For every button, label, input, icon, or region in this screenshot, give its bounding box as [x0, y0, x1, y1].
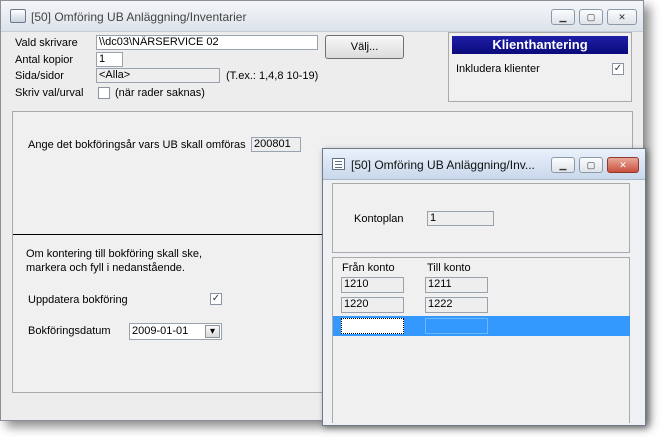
include-clients-checkbox[interactable]: ✓: [612, 63, 624, 75]
from-account-header: Från konto: [342, 262, 395, 274]
date-dropdown-button[interactable]: ▾: [205, 325, 220, 338]
child-titlebar[interactable]: [50] Omföring UB Anläggning/Inv... ▁ ▢ ✕: [323, 149, 645, 180]
app-icon: [10, 9, 26, 23]
printer-label: Vald skrivare: [15, 37, 78, 49]
update-bookkeeping-checkbox[interactable]: ✓: [210, 293, 222, 305]
main-titlebar[interactable]: [50] Omföring UB Anläggning/Inventarier …: [1, 1, 643, 32]
child-window: [50] Omföring UB Anläggning/Inv... ▁ ▢ ✕…: [322, 148, 646, 426]
update-bookkeeping-label: Uppdatera bokföring: [28, 294, 128, 306]
main-window-title: [50] Omföring UB Anläggning/Inventarier: [31, 10, 247, 24]
to-account-cell-empty[interactable]: [425, 318, 488, 334]
list-icon: [332, 158, 345, 170]
year-field[interactable]: 200801: [251, 137, 301, 152]
include-clients-label: Inkludera klienter: [456, 63, 540, 75]
kontoplan-panel: Kontoplan 1: [332, 183, 630, 253]
kontoplan-field[interactable]: 1: [427, 211, 494, 226]
bookkeeping-date-label: Bokföringsdatum: [28, 325, 111, 337]
printer-field[interactable]: \\dc03\NÄRSERVICE 02: [96, 35, 318, 50]
child-window-title: [50] Omföring UB Anläggning/Inv...: [351, 158, 535, 172]
chevron-down-icon: ▾: [209, 326, 216, 337]
pages-field[interactable]: <Alla>: [96, 68, 220, 83]
to-account-cell[interactable]: 1222: [425, 297, 488, 313]
kontoplan-label: Kontoplan: [354, 213, 404, 225]
choose-printer-button[interactable]: Välj...: [325, 35, 404, 59]
client-panel-title: Klienthantering: [452, 36, 628, 54]
from-account-cell[interactable]: 1220: [341, 297, 404, 313]
print-selection-hint: (när rader saknas): [115, 87, 205, 99]
to-account-header: Till konto: [427, 262, 471, 274]
info-line-2: markera och fyll i nedanstående.: [26, 262, 185, 274]
copies-label: Antal kopior: [15, 54, 74, 66]
to-account-cell[interactable]: 1211: [425, 277, 488, 293]
print-selection-label: Skriv val/urval: [15, 87, 84, 99]
pages-label: Sida/sidor: [15, 70, 64, 82]
child-minimize-button[interactable]: ▁: [551, 157, 575, 173]
account-list-panel: Från konto Till konto 1210 1211 1220 122…: [332, 257, 630, 423]
divider-line: [13, 234, 323, 235]
print-selection-checkbox[interactable]: [98, 87, 110, 99]
info-line-1: Om kontering till bokföring skall ske,: [26, 248, 203, 260]
maximize-button[interactable]: ▢: [579, 9, 603, 25]
child-maximize-button[interactable]: ▢: [579, 157, 603, 173]
client-panel: Klienthantering Inkludera klienter ✓: [448, 32, 632, 102]
child-close-button[interactable]: ✕: [607, 157, 639, 173]
from-account-cell-active[interactable]: [341, 318, 404, 334]
year-label: Ange det bokföringsår vars UB skall omfö…: [28, 139, 246, 151]
close-button[interactable]: ✕: [607, 9, 637, 25]
from-account-cell[interactable]: 1210: [341, 277, 404, 293]
minimize-button[interactable]: ▁: [551, 9, 575, 25]
copies-field[interactable]: 1: [96, 52, 123, 67]
pages-hint: (T.ex.: 1,4,8 10-19): [226, 70, 319, 82]
